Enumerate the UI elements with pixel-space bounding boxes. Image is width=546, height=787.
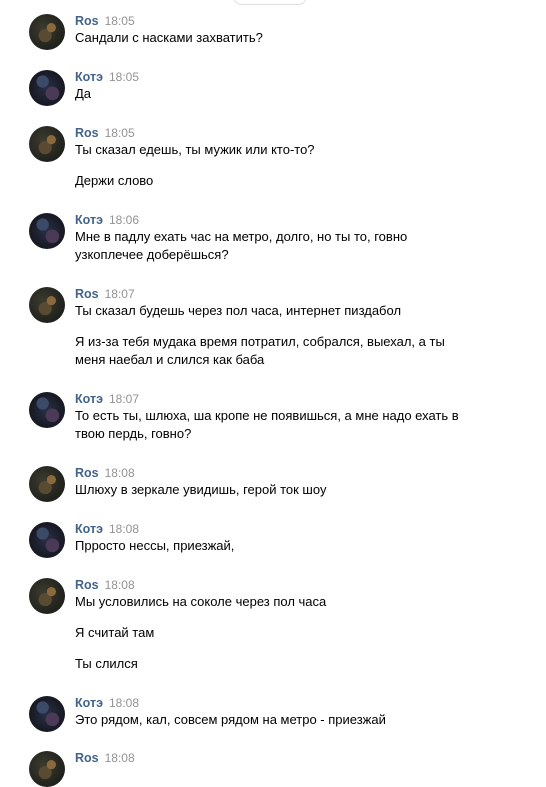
message-feed: Ros 18:05 Сандали с насками захватить? Ко… <box>0 0 546 787</box>
author-name[interactable]: Ros <box>75 287 99 301</box>
message-text: Да <box>75 86 92 101</box>
avatar[interactable] <box>29 751 65 787</box>
message-text: Ты сказал едешь, ты мужик или кто-то? <box>75 142 315 157</box>
message-time: 18:05 <box>104 126 135 140</box>
avatar[interactable] <box>29 392 65 428</box>
message-header: Ros 18:08 <box>75 464 135 480</box>
avatar[interactable] <box>29 287 65 323</box>
message-time: 18:08 <box>104 578 135 592</box>
avatar[interactable] <box>29 522 65 558</box>
message-text: Шлюху в зеркале увидишь, герой ток шоу <box>75 482 327 497</box>
message-time: 18:06 <box>108 213 140 227</box>
avatar[interactable] <box>29 70 65 106</box>
message-header: Котэ 18:08 <box>75 520 139 536</box>
avatar[interactable] <box>29 213 65 249</box>
message-header: Ros 18:08 <box>75 576 135 592</box>
avatar[interactable] <box>29 578 65 614</box>
message-text: То есть ты, шлюха, ша кропе не появишься… <box>75 408 459 441</box>
message-header: Котэ 18:06 <box>75 211 139 227</box>
message-time: 18:07 <box>104 287 135 301</box>
message-text: Я считай там <box>75 625 155 640</box>
message-time: 18:08 <box>108 696 140 710</box>
author-name[interactable]: Ros <box>75 126 99 140</box>
author-name[interactable]: Котэ <box>75 696 103 710</box>
message-text: Мне в падлу ехать час на метро, долго, н… <box>75 229 408 262</box>
author-name[interactable]: Котэ <box>75 213 103 227</box>
message-time: 18:05 <box>104 14 135 28</box>
message-header: Ros 18:07 <box>75 285 135 301</box>
message-header: Ros 18:08 <box>75 749 135 765</box>
message-header: Котэ 18:07 <box>75 390 139 406</box>
message-text: Ты слился <box>75 656 138 671</box>
message-header: Котэ 18:05 <box>75 68 139 84</box>
avatar[interactable] <box>29 696 65 732</box>
message-text: Прросто нессы, приезжай, <box>75 538 235 553</box>
message-text: Это рядом, кал, совсем рядом на метро - … <box>75 712 386 727</box>
message-text: Мы условились на соколе через пол часа <box>75 594 327 609</box>
message-header: Ros 18:05 <box>75 12 135 28</box>
message-time: 18:08 <box>108 522 140 536</box>
message-time: 18:08 <box>104 466 135 480</box>
author-name[interactable]: Котэ <box>75 392 103 406</box>
message-text: Ты сказал будешь через пол часа, интерне… <box>75 303 402 318</box>
avatar[interactable] <box>29 14 65 50</box>
author-name[interactable]: Ros <box>75 466 99 480</box>
message-time: 18:07 <box>108 392 140 406</box>
author-name[interactable]: Ros <box>75 14 99 28</box>
avatar[interactable] <box>29 126 65 162</box>
message-text: Сандали с насками захватить? <box>75 30 263 45</box>
message-header: Котэ 18:08 <box>75 694 139 710</box>
message-header: Ros 18:05 <box>75 124 135 140</box>
message-text: Держи слово <box>75 173 154 188</box>
avatar[interactable] <box>29 466 65 502</box>
author-name[interactable]: Котэ <box>75 70 103 84</box>
author-name[interactable]: Ros <box>75 578 99 592</box>
message-time: 18:08 <box>104 751 135 765</box>
message-time: 18:05 <box>108 70 140 84</box>
message-text: Я из-за тебя мудака время потратил, собр… <box>75 334 445 367</box>
author-name[interactable]: Ros <box>75 751 99 765</box>
author-name[interactable]: Котэ <box>75 522 103 536</box>
